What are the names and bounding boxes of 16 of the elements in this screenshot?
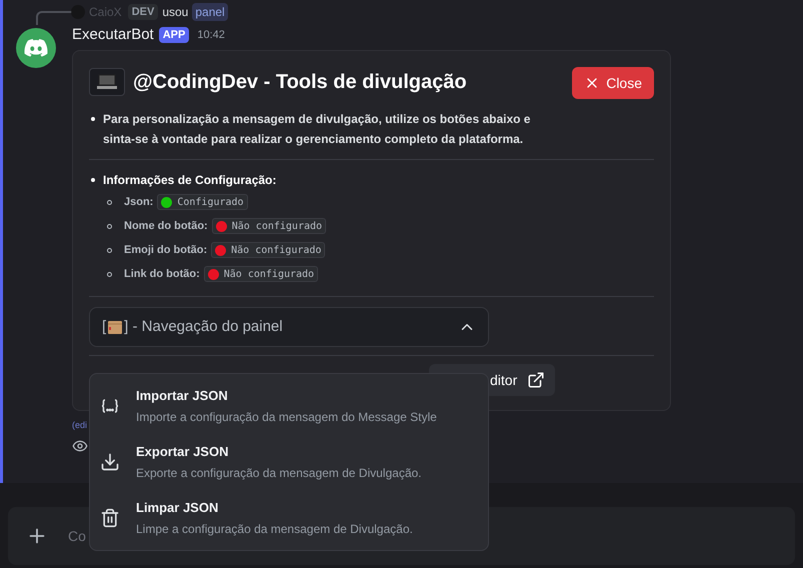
- status-code: Não configurado: [204, 266, 318, 282]
- role-tag: DEV: [128, 4, 158, 20]
- config-label: Emoji do botão:: [124, 242, 208, 258]
- section-title: Informações de Configuração:: [103, 172, 276, 189]
- config-label: Link do botão:: [124, 266, 200, 282]
- embed-description: Para personalização a mensagem de divulgação, utilize os botões abaixo e sinta-se à vontade para realizar o gerenciamento completo da plataforma.: [103, 111, 532, 148]
- reply-text: usou: [162, 4, 188, 21]
- config-label: Json:: [124, 194, 154, 210]
- status-code: Configurado: [157, 194, 248, 210]
- app-badge: APP: [158, 27, 190, 43]
- embed-title: @CodingDev - Tools de divulgação: [133, 70, 467, 95]
- status-code: Não configurado: [211, 242, 326, 258]
- timestamp: 10:42: [197, 28, 225, 43]
- status-code: Não configurado: [212, 218, 326, 234]
- edited-label: (edi: [72, 419, 88, 432]
- config-label: Nome do botão:: [124, 218, 208, 234]
